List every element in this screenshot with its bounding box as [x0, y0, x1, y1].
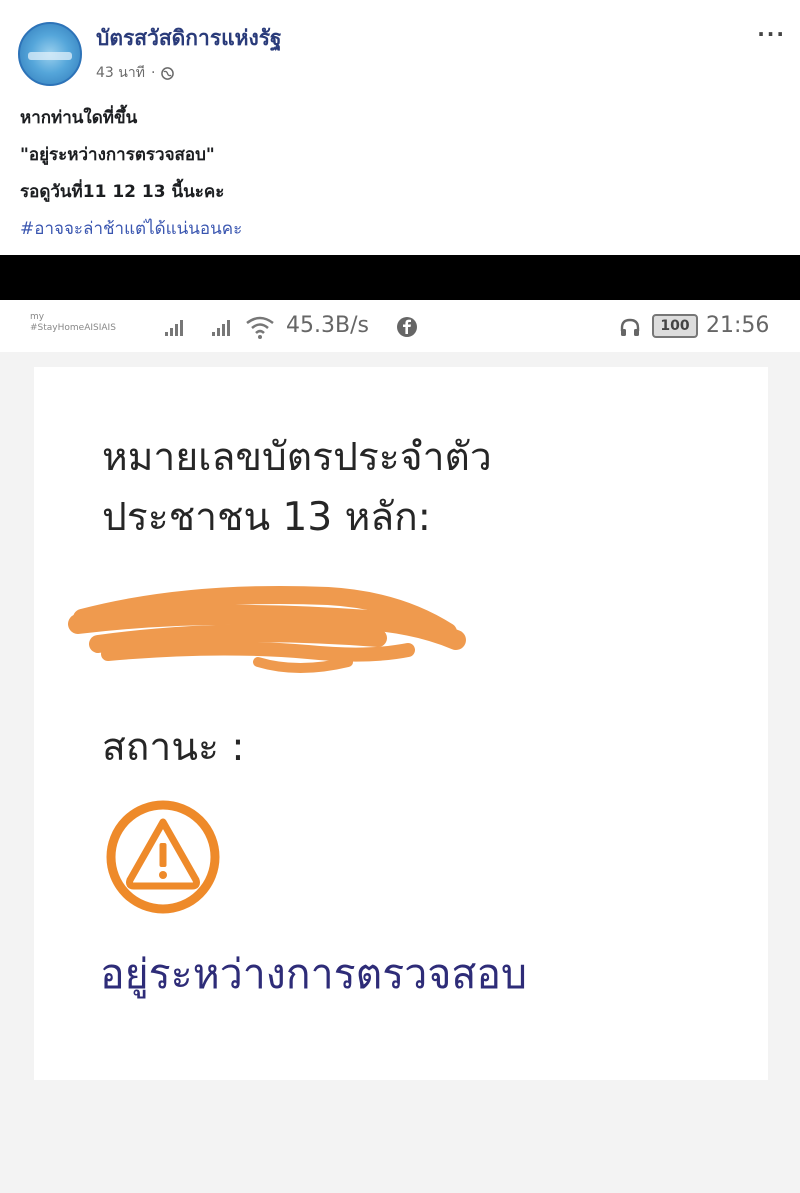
status-label: สถานะ : — [102, 725, 245, 770]
id-number-label: หมายเลขบัตรประจำตัว ประชาชน 13 หลัก: — [102, 428, 492, 548]
network-speed: 45.3B/s — [286, 313, 369, 338]
hashtag-link[interactable]: #อาจจะล่าช้าแต่ได้แน่นอนคะ — [20, 211, 242, 248]
facebook-icon — [397, 317, 417, 337]
signal-icon — [165, 320, 183, 336]
status-value: อยู่ระหว่างการตรวจสอบ — [100, 950, 528, 998]
battery-icon: 100 — [652, 314, 698, 338]
page-avatar[interactable] — [18, 22, 82, 86]
post-meta: 43 นาที · — [96, 62, 175, 84]
post-line-1: หากท่านใดที่ขึ้น — [20, 108, 138, 128]
post-line-2: "อยู่ระหว่างการตรวจสอบ" — [20, 145, 215, 165]
id-label-line-2: ประชาชน 13 หลัก: — [102, 495, 431, 540]
operator-label: my #StayHomeAISIAIS — [30, 312, 116, 334]
wifi-icon — [246, 316, 274, 339]
signal-icon-2 — [212, 320, 230, 336]
meta-separator: · — [150, 65, 156, 81]
status-time: 21:56 — [706, 313, 770, 338]
post-text: หากท่านใดที่ขึ้น "อยู่ระหว่างการตรวจสอบ"… — [20, 100, 242, 248]
redaction-scribble — [68, 585, 466, 673]
id-label-line-1: หมายเลขบัตรประจำตัว — [102, 435, 492, 480]
more-icon[interactable]: ··· — [757, 22, 786, 46]
warning-icon — [106, 800, 220, 914]
headset-icon — [620, 318, 640, 336]
globe-icon — [161, 66, 175, 80]
operator-line-1: my — [30, 312, 45, 322]
operator-line-2: #StayHomeAISIAIS — [30, 323, 116, 333]
post-timestamp[interactable]: 43 นาที — [96, 62, 145, 84]
page-name-link[interactable]: บัตรสวัสดิการแห่งรัฐ — [96, 22, 282, 55]
black-divider-bar — [0, 255, 800, 300]
facebook-post: บัตรสวัสดิการแห่งรัฐ 43 นาที · ··· หากท่… — [0, 0, 800, 255]
post-line-3: รอดูวันที่11 12 13 นี้นะคะ — [20, 182, 225, 202]
